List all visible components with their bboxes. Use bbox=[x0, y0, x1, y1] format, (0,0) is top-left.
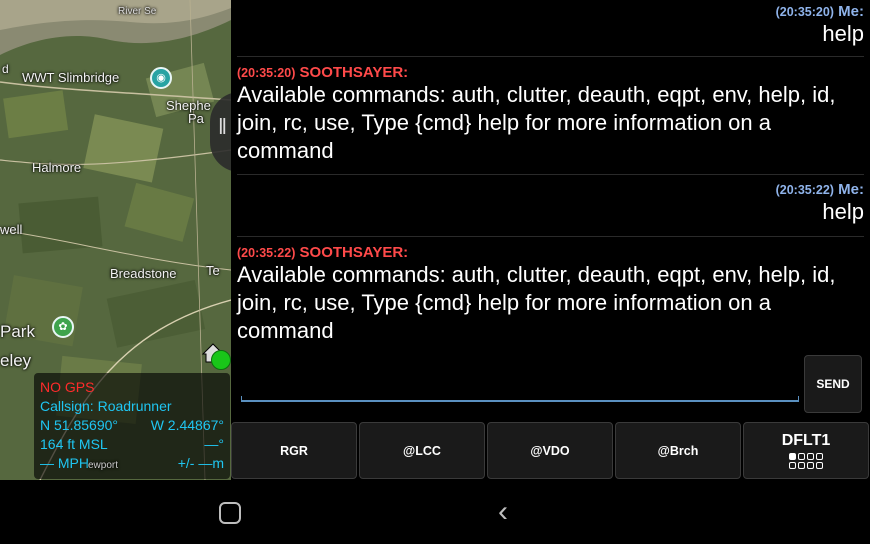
message-sender: Me: bbox=[838, 181, 864, 198]
paw-icon: ✿ bbox=[58, 321, 68, 333]
map-label-halmore: Halmore bbox=[32, 160, 82, 175]
map-label-newport: ewport bbox=[88, 460, 119, 471]
message-time: (20:35:22) bbox=[775, 183, 834, 197]
preset-selector-button[interactable]: DFLT1 bbox=[743, 422, 869, 479]
map-label-shepherds-2: Pa bbox=[188, 111, 204, 126]
poi-icon: ◉ bbox=[156, 72, 166, 84]
message-input-underline bbox=[241, 396, 799, 402]
map-view[interactable]: River Se d WWT Slimbridge ◉ Shephe Pa Ha… bbox=[0, 0, 231, 480]
map-label-park: Park bbox=[0, 322, 35, 341]
map-label-breadstone: Breadstone bbox=[110, 266, 177, 281]
message-time: (20:35:20) bbox=[237, 66, 296, 80]
message-text: help bbox=[822, 199, 864, 224]
heading: —° bbox=[204, 436, 224, 452]
quick-reply-lcc-button[interactable]: @LCC bbox=[359, 422, 485, 479]
message-header: (20:35:20) SOOTHSAYER: bbox=[237, 64, 864, 81]
map-label-river: River Se bbox=[118, 6, 157, 17]
gps-status: NO GPS bbox=[40, 379, 95, 395]
home-icon[interactable] bbox=[219, 502, 241, 524]
latitude: N 51.85690° bbox=[40, 417, 118, 433]
chat-panel: (20:35:20) Me: help (20:35:20) SOOTHSAYE… bbox=[231, 0, 870, 480]
message-header: (20:35:20) Me: bbox=[237, 3, 864, 20]
message-sender: Me: bbox=[838, 3, 864, 20]
message-sender: SOOTHSAYER: bbox=[299, 244, 409, 261]
back-icon[interactable]: ‹ bbox=[498, 497, 508, 527]
message-text: Available commands: auth, clutter, deaut… bbox=[237, 262, 836, 343]
message-text: Available commands: auth, clutter, deaut… bbox=[237, 82, 836, 163]
map-label-te: Te bbox=[206, 263, 220, 278]
message-time: (20:35:20) bbox=[775, 5, 834, 19]
longitude: W 2.44867° bbox=[150, 417, 224, 433]
chat-message: (20:35:20) SOOTHSAYER: Available command… bbox=[237, 56, 864, 165]
altitude: 164 ft MSL bbox=[40, 436, 108, 452]
quick-reply-rgr-button[interactable]: RGR bbox=[231, 422, 357, 479]
quick-reply-vdo-button[interactable]: @VDO bbox=[487, 422, 613, 479]
speed: — MPH bbox=[40, 455, 89, 471]
gps-status-dot bbox=[211, 350, 231, 370]
callsign: Callsign: Roadrunner bbox=[40, 398, 172, 414]
grip-icon: ‖ bbox=[218, 114, 228, 139]
chat-message: (20:35:20) Me: help bbox=[237, 3, 864, 48]
message-input[interactable] bbox=[241, 360, 803, 398]
message-header: (20:35:22) SOOTHSAYER: bbox=[237, 244, 864, 261]
message-time: (20:35:22) bbox=[237, 246, 296, 260]
accuracy: +/- —m bbox=[177, 455, 224, 471]
map-park-pin[interactable]: ✿ bbox=[52, 316, 74, 338]
message-sender: SOOTHSAYER: bbox=[299, 64, 409, 81]
quick-reply-brch-button[interactable]: @Brch bbox=[615, 422, 741, 479]
preset-grid-icon bbox=[789, 453, 823, 469]
map-poi-pin[interactable]: ◉ bbox=[150, 67, 172, 89]
preset-label: DFLT1 bbox=[781, 432, 831, 449]
message-text: help bbox=[822, 21, 864, 46]
map-label-slimbridge: WWT Slimbridge bbox=[22, 70, 120, 85]
send-button[interactable]: SEND bbox=[804, 355, 862, 413]
chat-message: (20:35:22) Me: help bbox=[237, 174, 864, 226]
chat-message: (20:35:22) SOOTHSAYER: Available command… bbox=[237, 236, 864, 345]
map-label-well: well bbox=[0, 222, 23, 237]
message-header: (20:35:22) Me: bbox=[237, 181, 864, 198]
system-nav-bar bbox=[0, 480, 870, 544]
map-label-fragment: d bbox=[2, 62, 9, 76]
map-label-keley: eley bbox=[0, 351, 32, 370]
location-status-panel[interactable]: NO GPS Callsign: Roadrunner N 51.85690° W… bbox=[34, 373, 230, 479]
